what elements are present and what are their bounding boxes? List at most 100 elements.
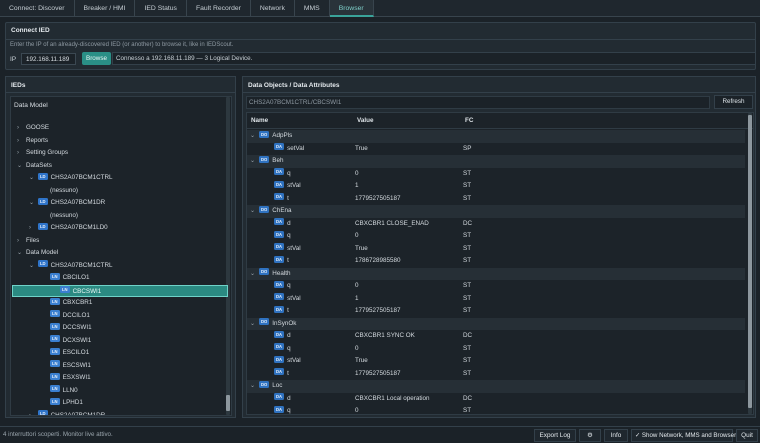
chevron-down-icon[interactable]: ⌄ <box>250 268 259 281</box>
chevron-right-icon[interactable]: › <box>17 147 26 160</box>
tree-item[interactable]: ⌄ Data Model <box>17 247 58 260</box>
chevron-down-icon[interactable]: ⌄ <box>250 380 259 393</box>
tree-item-label: DCCSWI1 <box>62 324 92 331</box>
chevron-down-icon[interactable]: ⌄ <box>29 260 38 273</box>
data-attributes-table[interactable]: Name Value FC ⌄ DO AdpPls DA setVal True SP ⌄ DO… <box>246 112 754 415</box>
tree-item[interactable]: › GOOSE <box>17 122 49 135</box>
chevron-right-icon[interactable]: › <box>29 222 38 235</box>
data-attribute-row[interactable]: DA t 1779527505187 ST <box>247 368 745 381</box>
export-log-button[interactable]: Export Log <box>534 429 576 442</box>
tree-item-logical-device[interactable]: ⌄ LD CHS2A07BCM1CTRL <box>29 172 113 185</box>
info-button[interactable]: Info <box>604 429 628 442</box>
tree-item[interactable]: › Setting Groups <box>17 147 68 160</box>
data-attribute-row[interactable]: DA stVal True ST <box>247 355 745 368</box>
data-object-row[interactable]: ⌄ DO ChEna <box>247 205 745 218</box>
chevron-down-icon[interactable]: ⌄ <box>250 130 259 143</box>
refresh-button[interactable]: Refresh <box>714 95 753 109</box>
data-attribute-row[interactable]: DA q 0 ST <box>247 230 745 243</box>
tree-item-logical-node[interactable]: LN DCXSWI1 <box>41 335 91 348</box>
data-attribute-row[interactable]: DA q 0 ST <box>247 168 745 181</box>
quit-button[interactable]: Quit <box>736 429 758 442</box>
tree-item-logical-node[interactable]: LN DCCSWI1 <box>41 322 92 335</box>
chevron-right-icon[interactable]: › <box>17 135 26 148</box>
data-attribute-row[interactable]: DA d CBXCBR1 Local operation DC <box>247 393 745 406</box>
ied-tree[interactable]: Data Model › GOOSE › Reports › Setting Groups… <box>10 96 232 416</box>
tree-item-logical-device[interactable]: ⌄ LD CHS2A07BCM1DR <box>29 197 105 210</box>
data-attribute-row[interactable]: DA setVal True SP <box>247 143 745 156</box>
tree-item-logical-node[interactable]: LN CBCILO1 <box>41 272 90 285</box>
tree-item[interactable]: (nessuno) <box>41 185 78 198</box>
tab-mms[interactable]: MMS <box>295 0 330 17</box>
data-object-row[interactable]: ⌄ DO Beh <box>247 155 745 168</box>
tree-item-logical-node[interactable]: LN ESCSWI1 <box>41 360 91 373</box>
tree-item[interactable]: › Reports <box>17 135 48 148</box>
chevron-right-icon[interactable]: › <box>17 235 26 248</box>
row-name-label: ChEna <box>272 207 292 214</box>
chevron-down-icon[interactable]: ⌄ <box>17 247 26 260</box>
data-attribute-row[interactable]: DA stVal True ST <box>247 243 745 256</box>
tab-connect-discover[interactable]: Connect: Discover <box>0 0 75 17</box>
row-name-cell: ⌄ DO AdpPls <box>250 130 292 143</box>
data-attribute-row[interactable]: DA d CBXCBR1 SYNC OK DC <box>247 330 745 343</box>
data-attribute-row[interactable]: DA d CBXCBR1 CLOSE_ENAD DC <box>247 218 745 231</box>
row-value-cell: True <box>355 244 368 252</box>
row-fc-cell: DC <box>463 332 473 339</box>
row-name-cell: DA q <box>262 230 291 243</box>
chevron-down-icon[interactable]: ⌄ <box>250 205 259 218</box>
chevron-down-icon[interactable]: ⌄ <box>250 318 259 331</box>
show-network-mms-browser-toggle[interactable]: ✓ Show Network, MMS and Browser <box>631 429 736 442</box>
tree-item-label: CBCILO1 <box>62 274 90 281</box>
tree-item-logical-node[interactable]: LN CBXCBR1 <box>41 297 92 310</box>
data-attribute-row[interactable]: DA q 0 ST <box>247 343 745 356</box>
tab-network[interactable]: Network <box>251 0 295 17</box>
data-attribute-row[interactable]: DA q 0 ST <box>247 280 745 293</box>
data-attribute-row[interactable]: DA stVal 1 ST <box>247 180 745 193</box>
table-scrollbar[interactable] <box>748 113 752 414</box>
tree-item-logical-device[interactable]: › LD CHS2A07BCM1LD0 <box>29 222 108 235</box>
chevron-right-icon[interactable]: › <box>29 410 38 416</box>
browse-button[interactable]: Browse <box>82 52 111 65</box>
tab-ied-status[interactable]: IED Status <box>135 0 187 17</box>
tree-item-logical-device[interactable]: ⌄ LD CHS2A07BCM1CTRL <box>29 260 113 273</box>
tree-item-logical-node[interactable]: LN LLN0 <box>41 385 78 398</box>
tree-scrollbar[interactable] <box>226 97 230 415</box>
da-badge: DA <box>274 293 285 301</box>
tree-scrollbar-thumb[interactable] <box>226 395 230 411</box>
column-header-name[interactable]: Name <box>251 113 268 129</box>
data-attribute-row[interactable]: DA t 1779527505187 ST <box>247 193 745 206</box>
tree-item[interactable]: (nessuno) <box>41 210 78 223</box>
column-header-value[interactable]: Value <box>357 113 373 129</box>
chevron-down-icon[interactable]: ⌄ <box>29 197 38 210</box>
tree-item-label: ESCILO1 <box>62 349 90 356</box>
tree-item-logical-node[interactable]: LN DCCILO1 <box>41 310 90 323</box>
data-attribute-row[interactable]: DA t 1786728985580 ST <box>247 255 745 268</box>
data-object-row[interactable]: ⌄ DO Loc <box>247 380 745 393</box>
data-object-row[interactable]: ⌄ DO Health <box>247 267 745 281</box>
data-object-row[interactable]: ⌄ DO AdpPls <box>247 130 745 143</box>
data-object-row[interactable]: ⌄ DO InSynOk <box>247 317 745 331</box>
column-header-fc[interactable]: FC <box>465 113 473 129</box>
data-attribute-row[interactable]: DA stVal 1 ST <box>247 293 745 306</box>
tree-item-logical-node[interactable]: LN CBCSWI1 <box>12 284 228 297</box>
chevron-down-icon[interactable]: ⌄ <box>250 155 259 168</box>
table-scrollbar-thumb[interactable] <box>748 115 752 408</box>
chevron-down-icon[interactable]: ⌄ <box>17 160 26 173</box>
tree-item-logical-device[interactable]: › LD CHS2A07BCM1DR <box>29 410 105 416</box>
da-badge: DA <box>274 330 285 338</box>
ip-input[interactable] <box>21 53 76 65</box>
tab-fault-recorder[interactable]: Fault Recorder <box>187 0 251 17</box>
tree-item[interactable]: ⌄ DataSets <box>17 160 52 173</box>
row-fc-cell: ST <box>463 407 472 414</box>
tree-item-logical-node[interactable]: LN LPHD1 <box>41 397 83 410</box>
tree-item-logical-node[interactable]: LN ESXSWI1 <box>41 372 91 385</box>
chevron-down-icon[interactable]: ⌄ <box>29 172 38 185</box>
data-attribute-row[interactable]: DA q 0 ST <box>247 405 745 414</box>
row-value-cell: 0 <box>355 232 359 239</box>
tab-browser[interactable]: Browser <box>329 0 374 17</box>
tree-item[interactable]: › Files <box>17 235 39 248</box>
tree-item-logical-node[interactable]: LN ESCILO1 <box>41 347 89 360</box>
data-attribute-row[interactable]: DA t 1779527505187 ST <box>247 305 745 318</box>
gear-button[interactable]: ⚙ <box>579 429 601 442</box>
tab-breaker-hmi[interactable]: Breaker / HMI <box>75 0 136 17</box>
chevron-right-icon[interactable]: › <box>17 122 26 135</box>
